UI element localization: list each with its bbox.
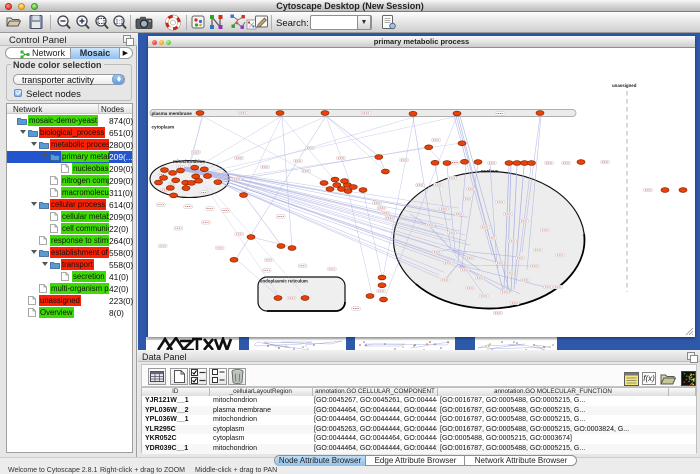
svg-text:unassigned: unassigned <box>612 83 637 88</box>
svg-text:endoplasmic reticulum: endoplasmic reticulum <box>260 279 308 284</box>
svg-text:cytoplasm: cytoplasm <box>152 125 175 130</box>
svg-text:plasma membrane: plasma membrane <box>152 111 193 116</box>
svg-text:1:1: 1:1 <box>115 19 124 25</box>
svg-text:nucleus: nucleus <box>481 169 499 174</box>
